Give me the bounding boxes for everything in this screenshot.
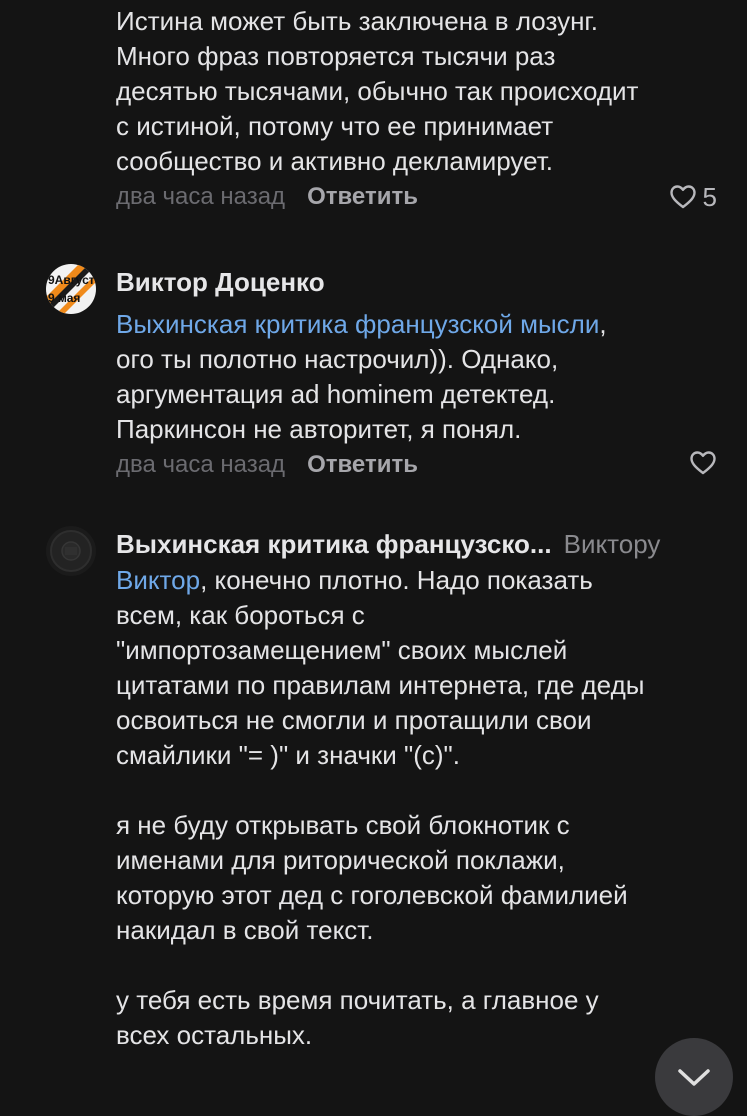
comment-text: Истина может быть заключена в лозунг. Мн… — [116, 6, 639, 176]
like-button[interactable]: 5 — [669, 182, 717, 212]
comment-content: Истина может быть заключена в лозунг. Мн… — [116, 4, 721, 212]
comment-content: Виктор Доценко Выхинская критика француз… — [116, 266, 721, 480]
avatar-image — [46, 526, 96, 576]
comment-text: Выхинская критика французской мысли, ого… — [116, 307, 721, 447]
comment-header: Виктор Доценко — [116, 266, 721, 298]
avatar-text-bottom: 9 мая — [48, 291, 80, 305]
comment-text: Виктор, конечно плотно. Надо показать вс… — [116, 563, 721, 1053]
avatar[interactable]: 9Августа 9 мая — [46, 264, 96, 314]
comment-meta: два часа назад Ответить 5 — [116, 182, 721, 212]
heart-icon — [669, 185, 696, 209]
scroll-down-button[interactable] — [655, 1038, 733, 1116]
reply-button[interactable]: Ответить — [307, 183, 418, 210]
like-count: 5 — [702, 182, 717, 212]
comment-body: , конечно плотно. Надо показать всем, ка… — [116, 565, 645, 1050]
avatar-text-top: 9Августа — [48, 273, 96, 287]
author-name[interactable]: Виктор Доценко — [116, 267, 325, 297]
comment-content: Выхинская критика французско... Виктору В… — [116, 528, 721, 1053]
like-button[interactable] — [689, 450, 717, 476]
avatar-image: 9Августа 9 мая — [46, 264, 96, 314]
reply-to-label: Виктору — [563, 529, 661, 559]
heart-icon — [690, 451, 716, 475]
mention-link[interactable]: Выхинская критика французской мысли — [116, 309, 599, 339]
comment-time: два часа назад — [116, 183, 286, 210]
author-name[interactable]: Выхинская критика французско... — [116, 529, 552, 559]
chevron-down-icon — [678, 1069, 710, 1086]
comment-time: два часа назад — [116, 451, 286, 478]
mention-link[interactable]: Виктор — [116, 565, 200, 595]
reply-button[interactable]: Ответить — [307, 451, 418, 478]
comment-header: Выхинская критика французско... Виктору — [116, 528, 721, 560]
avatar[interactable] — [46, 526, 96, 576]
comment-meta: два часа назад Ответить — [116, 450, 721, 480]
